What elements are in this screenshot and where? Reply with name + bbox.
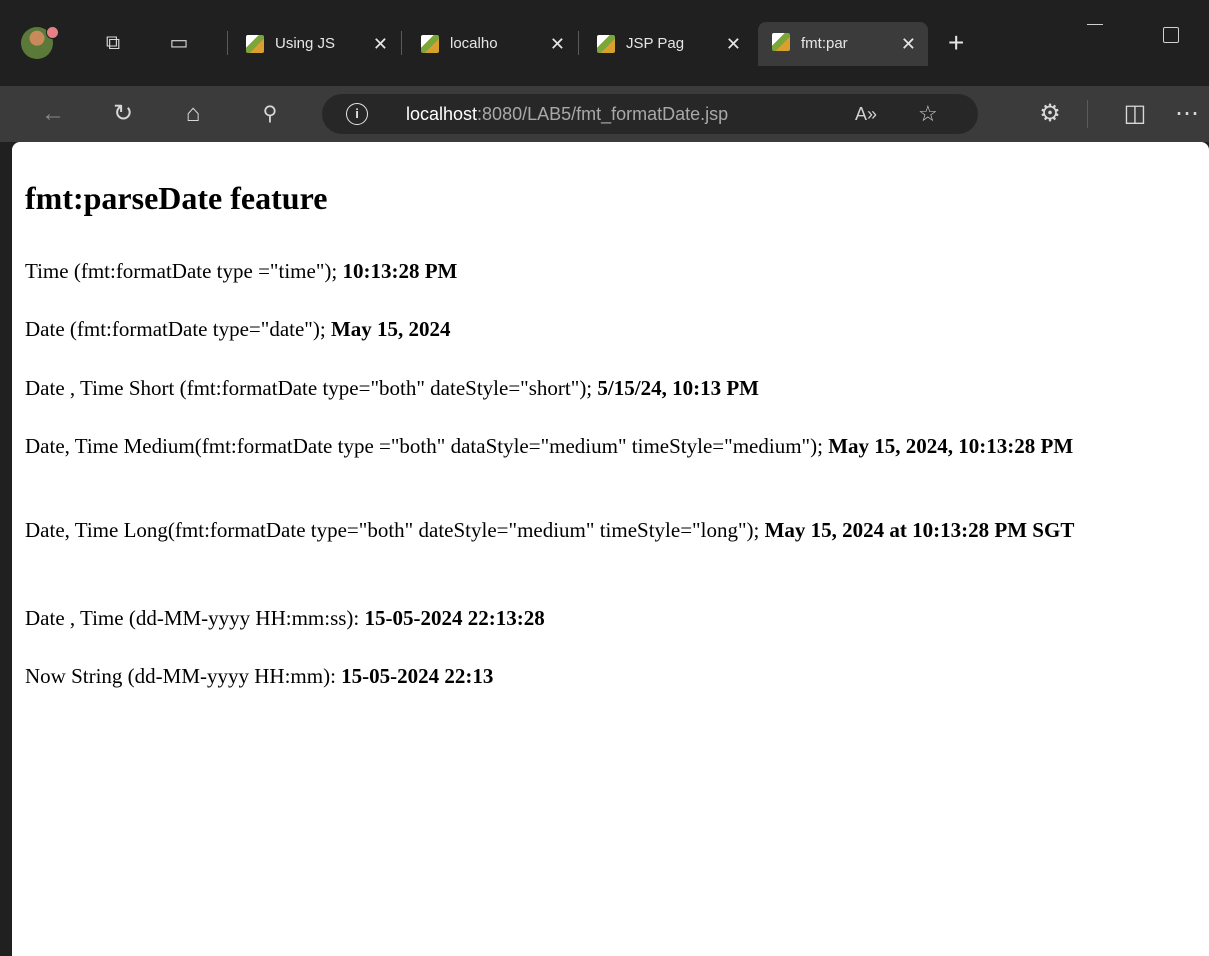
line-label: Time (fmt:formatDate type ="time"); (25, 259, 343, 283)
now-string-line: Now String (dd-MM-yyyy HH:mm): 15-05-202… (25, 664, 1195, 688)
back-icon[interactable]: ← (38, 99, 68, 129)
refresh-icon[interactable]: ↻ (108, 99, 138, 129)
date-line: Date (fmt:formatDate type="date"); May 1… (25, 317, 1195, 341)
tab-title: Using JS (275, 35, 336, 52)
close-tab-icon[interactable]: ✕ (550, 24, 565, 64)
close-tab-icon[interactable]: ✕ (726, 24, 741, 64)
tomcat-favicon-icon (246, 35, 264, 53)
line-label: Date, Time Medium(fmt:formatDate type ="… (25, 434, 829, 458)
line-value: 5/15/24, 10:13 PM (597, 376, 759, 400)
browser-toolbar: ← ↻ ⌂ ⚲ i localhost:8080/LAB5/fmt_format… (0, 86, 1209, 142)
close-tab-icon[interactable]: ✕ (901, 24, 916, 64)
maximize-icon[interactable] (1163, 27, 1179, 43)
tab-strip: ⧉ ▭ Using JS ✕ localho ✕ JSP Pag ✕ fmt:p… (0, 0, 1209, 86)
line-value: 15-05-2024 22:13:28 (364, 606, 545, 630)
url-path: :8080/LAB5/fmt_formatDate.jsp (477, 104, 729, 124)
line-label: Date, Time Long(fmt:formatDate type="bot… (25, 518, 765, 542)
tab-title: fmt:par (801, 35, 848, 52)
url-host: localhost (406, 104, 478, 124)
tab-3[interactable]: JSP Pag ✕ (583, 24, 753, 64)
favorite-star-icon[interactable]: ☆ (918, 94, 938, 134)
tomcat-favicon-icon (597, 35, 615, 53)
site-info-icon[interactable]: i (346, 103, 368, 125)
line-label: Date (fmt:formatDate type="date"); (25, 317, 331, 341)
line-value: 15-05-2024 22:13 (341, 664, 494, 688)
tab-separator (227, 31, 228, 55)
home-icon[interactable]: ⌂ (178, 99, 208, 129)
more-options-icon[interactable]: ⋯ (1172, 99, 1202, 129)
date-time-short-line: Date , Time Short (fmt:formatDate type="… (25, 376, 1195, 400)
tab-2[interactable]: localho ✕ (407, 24, 577, 64)
tab-separator (401, 31, 402, 55)
extensions-icon[interactable]: ⚙ (1035, 99, 1065, 129)
workspaces-icon[interactable]: ⧉ (100, 30, 126, 56)
line-value: May 15, 2024, 10:13:28 PM (828, 434, 1074, 458)
date-time-long-line: Date, Time Long(fmt:formatDate type="bot… (25, 518, 1195, 542)
line-label: Now String (dd-MM-yyyy HH:mm): (25, 664, 342, 688)
close-tab-icon[interactable]: ✕ (373, 24, 388, 64)
line-value: 10:13:28 PM (342, 259, 458, 283)
date-time-medium-line: Date, Time Medium(fmt:formatDate type ="… (25, 434, 1195, 458)
line-label: Date , Time (dd-MM-yyyy HH:mm:ss): (25, 606, 365, 630)
line-label: Date , Time Short (fmt:formatDate type="… (25, 376, 598, 400)
line-value: May 15, 2024 at 10:13:28 PM SGT (764, 518, 1075, 542)
tab-1[interactable]: Using JS ✕ (232, 24, 400, 64)
minimize-icon[interactable] (1087, 24, 1103, 25)
toolbar-separator (1087, 100, 1088, 128)
address-bar[interactable]: i localhost:8080/LAB5/fmt_formatDate.jsp… (322, 94, 978, 134)
search-icon[interactable]: ⚲ (255, 99, 285, 129)
tab-separator (578, 31, 579, 55)
split-screen-icon[interactable]: ◫ (1120, 99, 1150, 129)
time-line: Time (fmt:formatDate type ="time"); 10:1… (25, 259, 1195, 283)
page-heading: fmt:parseDate feature (25, 180, 328, 216)
new-tab-button[interactable]: + (948, 27, 964, 59)
tomcat-favicon-icon (421, 35, 439, 53)
read-aloud-icon[interactable]: A» (855, 94, 877, 134)
date-time-pattern-line: Date , Time (dd-MM-yyyy HH:mm:ss): 15-05… (25, 606, 1195, 630)
page-content: fmt:parseDate feature Time (fmt:formatDa… (12, 142, 1209, 956)
line-value: May 15, 2024 (330, 317, 451, 341)
tab-title: JSP Pag (626, 35, 685, 52)
tab-actions-icon[interactable]: ▭ (166, 30, 192, 56)
profile-notification-dot (46, 26, 59, 39)
tab-title: localho (450, 35, 498, 52)
tab-4-active[interactable]: fmt:par ✕ (758, 22, 928, 66)
address-url[interactable]: localhost:8080/LAB5/fmt_formatDate.jsp (406, 94, 728, 134)
tomcat-favicon-icon (772, 33, 790, 51)
